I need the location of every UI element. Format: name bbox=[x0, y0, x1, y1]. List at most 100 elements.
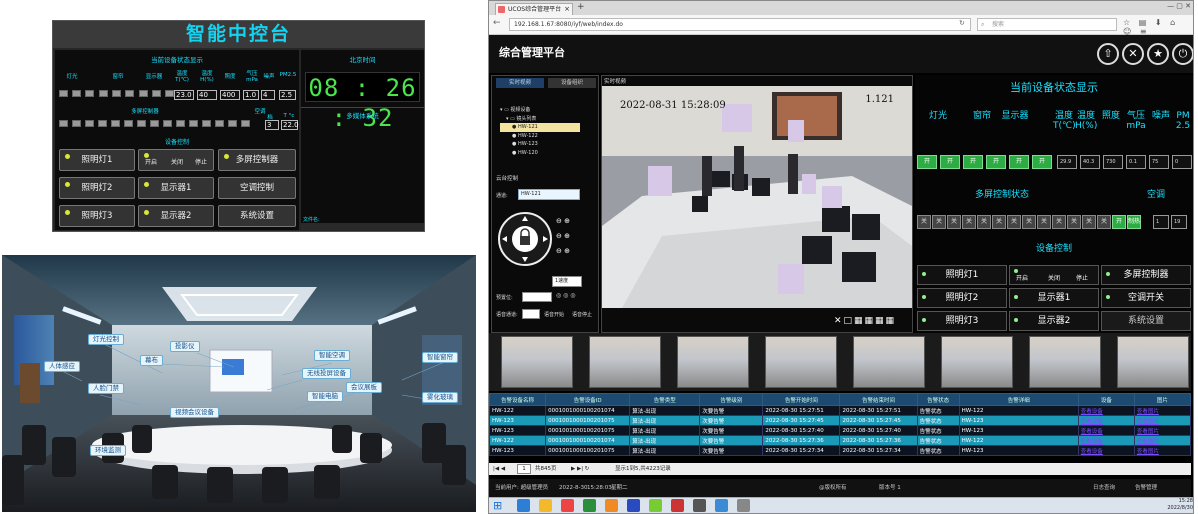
multi-screen-switch[interactable] bbox=[111, 120, 120, 127]
tree-node-lens[interactable]: ▾ ▭ 镜头列表 bbox=[500, 115, 580, 124]
taskbar-clock[interactable]: 15:28 2022/8/30 bbox=[1161, 498, 1193, 512]
light3-button[interactable]: 照明灯3 bbox=[59, 205, 135, 227]
multi-switch[interactable]: 关 bbox=[1097, 215, 1111, 229]
display2-button[interactable]: 显示器2 bbox=[1009, 311, 1099, 331]
voice-start-button[interactable]: 语音开始 bbox=[544, 311, 564, 318]
display-switch-1[interactable] bbox=[139, 90, 148, 97]
tree-node-hw120[interactable]: ● HW-120 bbox=[500, 149, 580, 158]
multi-switch[interactable]: 开 bbox=[1112, 215, 1126, 229]
multi-switch[interactable]: 关 bbox=[1067, 215, 1081, 229]
ac-switch-button[interactable]: 空调开关 bbox=[1101, 288, 1191, 308]
video-thumbnail[interactable] bbox=[589, 336, 661, 388]
favorite-icon[interactable]: ★ bbox=[1147, 43, 1169, 65]
table-link[interactable]: 查看设备 bbox=[1077, 425, 1135, 436]
curtain-switch-1[interactable] bbox=[99, 90, 108, 97]
column-header[interactable]: 图片 bbox=[1133, 393, 1192, 406]
multi-switch[interactable]: 关 bbox=[917, 215, 931, 229]
curtain-switch-3[interactable] bbox=[125, 90, 134, 97]
browser-toolbar-icons[interactable]: ☆ ▤ ⬇ ⌂ ☺ ≡ bbox=[1123, 18, 1193, 36]
taskbar-app-icon[interactable] bbox=[715, 499, 728, 512]
column-header[interactable]: 告警状态 bbox=[916, 393, 960, 406]
ptz-joystick[interactable] bbox=[498, 212, 552, 266]
table-link[interactable]: 查看设备 bbox=[1077, 445, 1135, 456]
display2-button[interactable]: 显示器2 bbox=[138, 205, 214, 227]
column-header[interactable]: 告警详细 bbox=[958, 393, 1079, 406]
table-link[interactable]: 查看设备 bbox=[1077, 435, 1135, 446]
table-row[interactable]: HW-123 0001001000100201075 算法-出现 次要告警 2022-0… bbox=[489, 415, 1192, 426]
log-query-link[interactable]: 日志查询 bbox=[1093, 479, 1115, 497]
light3-button[interactable]: 照明灯3 bbox=[917, 311, 1007, 331]
preset-action-icons[interactable]: ◎ ◎ ◎ bbox=[556, 292, 576, 299]
reload-icon[interactable]: ↻ bbox=[959, 19, 965, 27]
multi-screen-button[interactable]: 多屏控制器 bbox=[1101, 265, 1191, 285]
table-link[interactable]: 查看图片 bbox=[1133, 435, 1192, 446]
display1-button[interactable]: 显示器1 bbox=[138, 177, 214, 199]
video-thumbnail[interactable] bbox=[941, 336, 1013, 388]
alarm-manage-link[interactable]: 告警管理 bbox=[1135, 479, 1157, 497]
taskbar-app-icon[interactable] bbox=[539, 499, 552, 512]
close-tab-icon[interactable]: × bbox=[564, 4, 570, 15]
multi-switch[interactable]: 关 bbox=[932, 215, 946, 229]
video-thumbnail[interactable] bbox=[765, 336, 837, 388]
table-link[interactable]: 查看图片 bbox=[1133, 445, 1192, 456]
ac-control-button[interactable]: 空调控制 bbox=[218, 177, 296, 199]
multi-screen-switch[interactable] bbox=[228, 120, 237, 127]
taskbar-app-icon[interactable] bbox=[517, 499, 530, 512]
column-header[interactable]: 设备 bbox=[1077, 393, 1135, 406]
video-thumbnail[interactable] bbox=[1029, 336, 1101, 388]
column-header[interactable]: 告警类型 bbox=[629, 393, 701, 406]
light-switch-1[interactable] bbox=[59, 90, 68, 97]
column-header[interactable]: 告警结束时间 bbox=[839, 393, 918, 406]
pager-nav-next[interactable]: ▶ ▶| ↻ bbox=[571, 463, 589, 475]
multi-switch[interactable]: 关 bbox=[977, 215, 991, 229]
taskbar-app-icon[interactable] bbox=[649, 499, 662, 512]
table-row[interactable]: HW-122 0001001000100201074 算法-出现 次要告警 2022-0… bbox=[489, 405, 1192, 416]
channel-input[interactable]: HW-121 bbox=[518, 189, 580, 200]
table-row[interactable]: HW-122 0001001000100201074 算法-出现 次要告警 2022-0… bbox=[489, 435, 1192, 446]
multi-switch[interactable]: 关 bbox=[1037, 215, 1051, 229]
status-switch[interactable]: 开 bbox=[917, 155, 937, 169]
tree-node-hw122[interactable]: ● HW-122 bbox=[500, 132, 580, 141]
column-header[interactable]: 告警设备ID bbox=[545, 393, 631, 406]
status-switch[interactable]: 开 bbox=[963, 155, 983, 169]
table-row[interactable]: HW-123 0001001000100201075 算法-出现 次要告警 2022-0… bbox=[489, 425, 1192, 436]
multi-switch[interactable]: 关 bbox=[1007, 215, 1021, 229]
video-thumbnail[interactable] bbox=[501, 336, 573, 388]
table-link[interactable]: 查看图片 bbox=[1133, 405, 1192, 416]
close-button[interactable]: 关闭 bbox=[171, 150, 183, 176]
back-icon[interactable]: ← bbox=[493, 18, 501, 28]
url-input[interactable]: 192.168.1.67:8080/iyf/web/index.do bbox=[509, 18, 971, 31]
curtain-switch-2[interactable] bbox=[112, 90, 121, 97]
light2-button[interactable]: 照明灯2 bbox=[917, 288, 1007, 308]
multi-screen-switch[interactable] bbox=[98, 120, 107, 127]
multi-switch[interactable]: 制热 bbox=[1127, 215, 1141, 229]
multi-switch[interactable]: 关 bbox=[1022, 215, 1036, 229]
multi-screen-switch[interactable] bbox=[72, 120, 81, 127]
voice-stop-button[interactable]: 语音停止 bbox=[572, 311, 592, 318]
display-switch-3[interactable] bbox=[165, 90, 174, 97]
light2-button[interactable]: 照明灯2 bbox=[59, 177, 135, 199]
table-link[interactable]: 查看图片 bbox=[1133, 425, 1192, 436]
column-header[interactable]: 告警设备名称 bbox=[489, 393, 547, 406]
light-switch-3[interactable] bbox=[85, 90, 94, 97]
multi-switch[interactable]: 关 bbox=[1082, 215, 1096, 229]
display-switch-2[interactable] bbox=[152, 90, 161, 97]
taskbar-app-icon[interactable] bbox=[561, 499, 574, 512]
video-thumbnail[interactable] bbox=[853, 336, 925, 388]
taskbar-app-icon[interactable] bbox=[671, 499, 684, 512]
status-switch[interactable]: 开 bbox=[940, 155, 960, 169]
taskbar-app-icon[interactable] bbox=[605, 499, 618, 512]
voice-select[interactable] bbox=[522, 309, 540, 319]
taskbar-app-icon[interactable] bbox=[693, 499, 706, 512]
open-button[interactable]: 开启 bbox=[145, 150, 157, 176]
table-link[interactable]: 查看设备 bbox=[1077, 405, 1135, 416]
multi-screen-switch[interactable] bbox=[176, 120, 185, 127]
preset-select[interactable] bbox=[522, 292, 552, 302]
upload-icon[interactable]: ⇧ bbox=[1097, 43, 1119, 65]
tab-device-org[interactable]: 设备组织 bbox=[548, 78, 596, 88]
fullscreen-icon[interactable]: ✕ bbox=[1122, 43, 1144, 65]
multi-screen-switch[interactable] bbox=[241, 120, 250, 127]
table-link[interactable]: 查看图片 bbox=[1133, 415, 1192, 426]
tree-node-root[interactable]: ▾ ▭ 视频设备 bbox=[500, 106, 580, 115]
multi-switch[interactable]: 关 bbox=[992, 215, 1006, 229]
